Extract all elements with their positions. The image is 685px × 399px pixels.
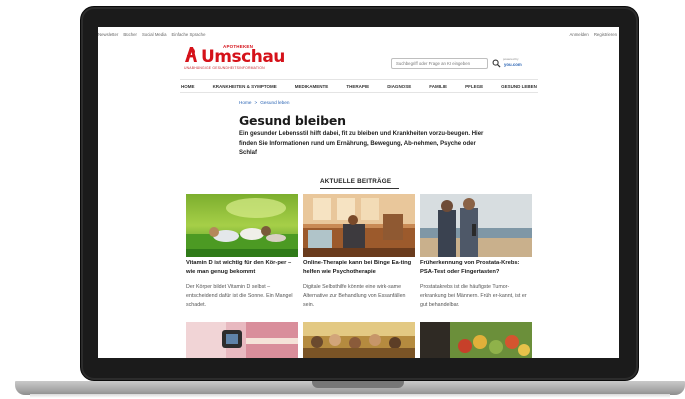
prostate-screening-photo xyxy=(420,194,532,257)
header: APOTHEKEN Umschau UNABHÄNGIGE GESUNDHEIT… xyxy=(98,44,619,74)
laptop-screen: Newsletter Bücher Social Media Einfache … xyxy=(98,27,619,358)
search-icon[interactable] xyxy=(492,59,501,68)
laptop-notch xyxy=(312,381,404,388)
nav-item-familie[interactable]: FAMILIE xyxy=(429,84,447,89)
laptop-shadow xyxy=(30,394,670,398)
article-teaser: Prostatakrebs ist die häufigste Tumor-er… xyxy=(420,283,527,309)
apotheke-a-icon[interactable] xyxy=(184,46,198,63)
search-input[interactable]: Suchbegriff oder Frage an KI eingeben xyxy=(391,58,488,69)
section-title: AKTUELLE BEITRÄGE xyxy=(320,178,392,185)
logo-tagline: UNABHÄNGIGE GESUNDHEITSINFORMATION xyxy=(184,66,265,70)
article-title[interactable]: Früherkennung von Prostata-Krebs: PSA-Te… xyxy=(420,259,532,278)
provider-logo: you.com xyxy=(504,62,522,67)
article-image-vegetables[interactable] xyxy=(420,322,532,358)
breadcrumb-current[interactable]: Gesund leben xyxy=(260,100,289,105)
utility-links-right: Anmelden Registrieren xyxy=(569,32,617,37)
article-image-smartwatch[interactable] xyxy=(186,322,298,358)
article-card[interactable]: Vitamin D ist wichtig für den Kör-per – … xyxy=(186,194,298,310)
nav-item-medikamente[interactable]: MEDIKAMENTE xyxy=(295,84,329,89)
article-image-online-therapie[interactable] xyxy=(303,194,415,257)
section-underline xyxy=(320,188,399,189)
online-therapy-photo xyxy=(303,194,415,257)
nav-item-diagnose[interactable]: DIAGNOSE xyxy=(387,84,411,89)
article-image-prostata[interactable] xyxy=(420,194,532,257)
article-card[interactable] xyxy=(420,322,532,358)
nav-item-therapie[interactable]: THERAPIE xyxy=(346,84,369,89)
article-card[interactable] xyxy=(303,322,415,358)
nav-item-gesund-leben[interactable]: GESUND LEBEN xyxy=(501,84,537,89)
powered-by-label: powered by xyxy=(503,57,519,61)
register-link[interactable]: Registrieren xyxy=(594,32,617,37)
article-title[interactable]: Vitamin D ist wichtig für den Kör-per – … xyxy=(186,259,298,278)
social-media-link[interactable]: Social Media xyxy=(142,32,167,37)
vitamin-d-photo xyxy=(186,194,298,257)
article-teaser: Digitale Selbsthilfe könnte eine wirk-sa… xyxy=(303,283,406,309)
utility-bar: Newsletter Bücher Social Media Einfache … xyxy=(98,27,619,41)
breadcrumb-home[interactable]: Home xyxy=(239,100,252,105)
article-card[interactable]: Früherkennung von Prostata-Krebs: PSA-Te… xyxy=(420,194,532,310)
article-title[interactable]: Online-Therapie kann bei Binge Ea-ting h… xyxy=(303,259,415,278)
nav-item-home[interactable]: HOME xyxy=(181,84,195,89)
vegetables-photo xyxy=(420,322,532,358)
logo-text[interactable]: Umschau xyxy=(201,47,285,67)
article-image-group[interactable] xyxy=(303,322,415,358)
einfache-sprache-link[interactable]: Einfache Sprache xyxy=(172,32,206,37)
page-intro: Ein gesunder Lebensstil hilft dabei, fit… xyxy=(239,131,484,156)
article-teaser: Der Körper bildet Vitamin D selbst – ent… xyxy=(186,283,293,309)
page-title: Gesund bleiben xyxy=(239,113,346,128)
buecher-link[interactable]: Bücher xyxy=(123,32,137,37)
newsletter-link[interactable]: Newsletter xyxy=(98,32,118,37)
article-card[interactable]: Online-Therapie kann bei Binge Ea-ting h… xyxy=(303,194,415,310)
nav-item-pflege[interactable]: PFLEGE xyxy=(465,84,483,89)
group-photo xyxy=(303,322,415,358)
login-link[interactable]: Anmelden xyxy=(569,32,588,37)
article-image-vitamin-d[interactable] xyxy=(186,194,298,257)
smartwatch-photo xyxy=(186,322,298,358)
utility-links-left: Newsletter Bücher Social Media Einfache … xyxy=(98,32,205,37)
breadcrumb-separator: > xyxy=(254,100,258,105)
article-card[interactable] xyxy=(186,322,298,358)
nav-item-krankheiten[interactable]: KRANKHEITEN & SYMPTOME xyxy=(213,84,277,89)
breadcrumb: Home > Gesund leben xyxy=(239,100,289,105)
main-navigation: HOME KRANKHEITEN & SYMPTOME MEDIKAMENTE … xyxy=(180,79,538,93)
